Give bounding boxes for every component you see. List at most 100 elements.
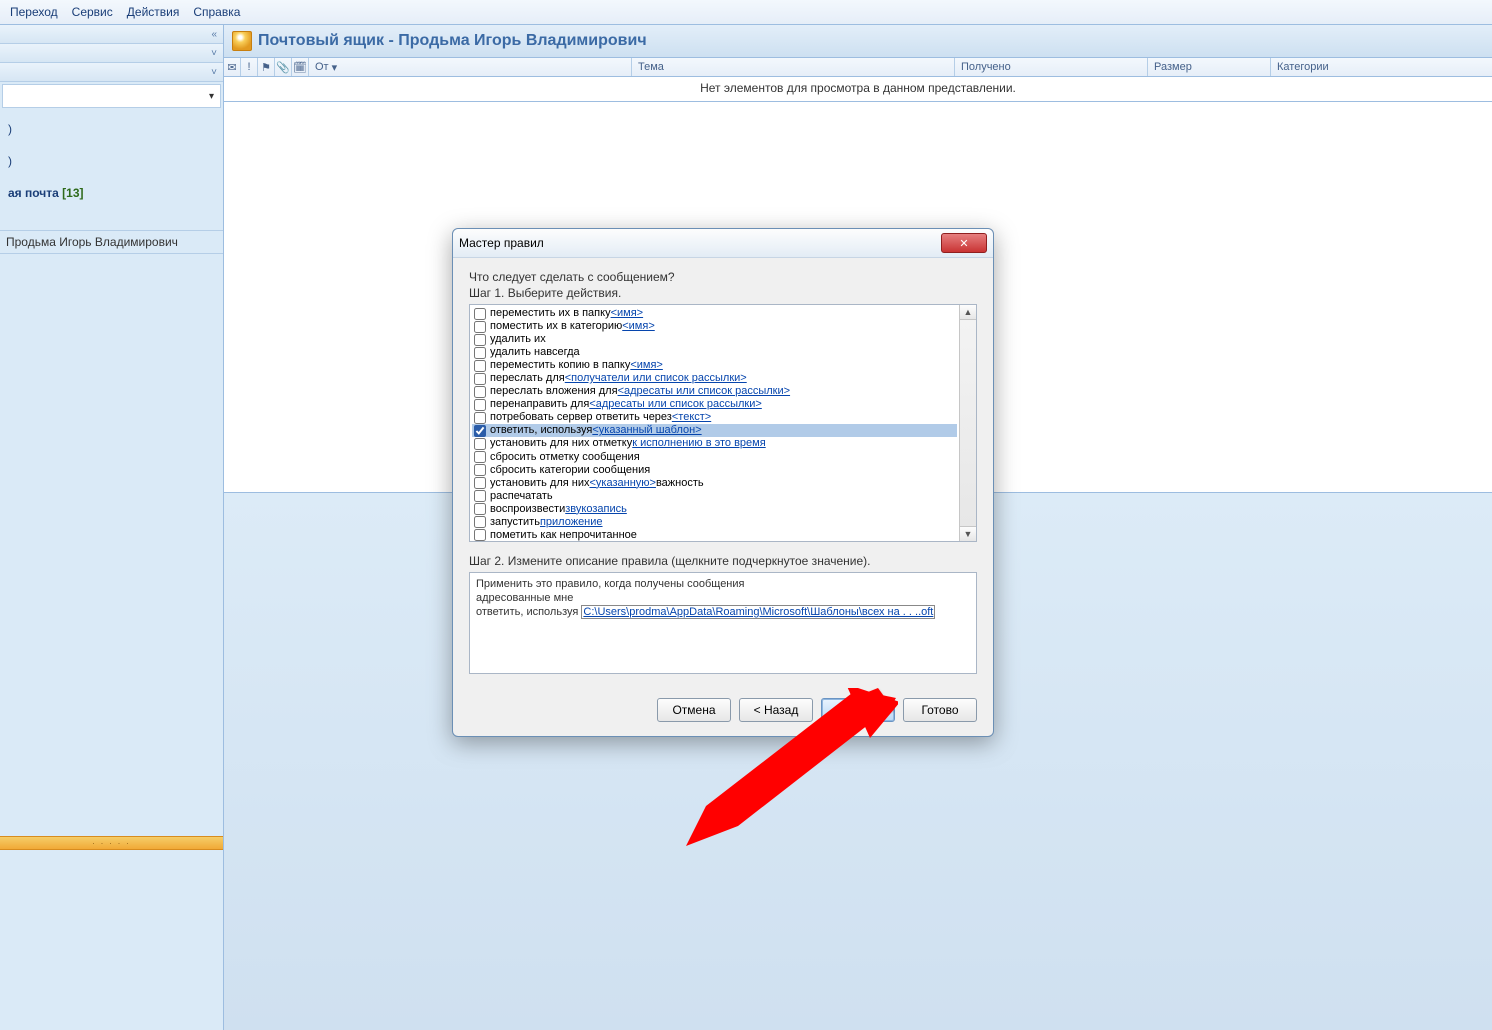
dialog-question: Что следует сделать с сообщением? [469, 270, 977, 284]
action-row[interactable]: ответить, используя <указанный шаблон> [472, 424, 957, 437]
action-link[interactable]: звукозапись [565, 503, 627, 516]
action-link[interactable]: <имя> [622, 320, 655, 333]
col-subject[interactable]: Тема [632, 58, 955, 76]
action-row[interactable]: запустить приложение [472, 516, 957, 529]
menu-actions[interactable]: Действия [127, 5, 180, 19]
action-row[interactable]: удалить навсегда [472, 346, 957, 359]
action-checkbox[interactable] [474, 464, 486, 476]
close-button[interactable]: ✕ [941, 233, 987, 253]
rules-wizard-dialog: Мастер правил ✕ Что следует сделать с со… [452, 228, 994, 737]
action-checkbox[interactable] [474, 308, 486, 320]
action-checkbox[interactable] [474, 477, 486, 489]
action-checkbox[interactable] [474, 399, 486, 411]
action-row[interactable]: сбросить отметку сообщения [472, 451, 957, 464]
empty-message: Нет элементов для просмотра в данном пре… [224, 77, 1492, 102]
nav-chevron-1[interactable]: ˅ [0, 44, 223, 63]
back-button[interactable]: < Назад [739, 698, 813, 722]
template-path-link[interactable]: C:\Users\prodma\AppData\Roaming\Microsof… [581, 605, 935, 619]
scroll-up-icon[interactable]: ▲ [960, 305, 976, 320]
action-checkbox[interactable] [474, 451, 486, 463]
action-label: сбросить категории сообщения [490, 464, 650, 477]
nav-item-inbox[interactable]: ая почта [13] [4, 184, 219, 202]
action-link[interactable]: <указанный шаблон> [592, 424, 701, 437]
action-row[interactable]: потребовать сервер ответить через <текст… [472, 411, 957, 424]
nav-collapse[interactable]: « [0, 25, 223, 44]
action-checkbox[interactable] [474, 334, 486, 346]
nav-item-2[interactable]: ) [4, 152, 219, 170]
action-link[interactable]: приложение [540, 516, 603, 529]
action-label-tail: важность [656, 477, 704, 490]
action-checkbox[interactable] [474, 503, 486, 515]
action-checkbox[interactable] [474, 386, 486, 398]
action-row[interactable]: переслать для <получатели или список рас… [472, 372, 957, 385]
action-link[interactable]: <адресаты или список рассылки> [589, 398, 762, 411]
action-row[interactable]: удалить их [472, 333, 957, 346]
next-button[interactable]: Далее > [821, 698, 895, 722]
action-checkbox[interactable] [474, 373, 486, 385]
menu-help[interactable]: Справка [193, 5, 240, 19]
dialog-titlebar[interactable]: Мастер правил ✕ [453, 229, 993, 258]
finish-button[interactable]: Готово [903, 698, 977, 722]
action-row[interactable]: перенаправить для <адресаты или список р… [472, 398, 957, 411]
action-row[interactable]: пометить как непрочитанное [472, 529, 957, 541]
col-received[interactable]: Получено [955, 58, 1148, 76]
action-link[interactable]: <текст> [672, 411, 711, 424]
action-row[interactable]: установить для них отметку к исполнению … [472, 437, 957, 450]
action-checkbox[interactable] [474, 529, 486, 541]
col-reminder-icon[interactable]: 🗓 [292, 58, 309, 76]
action-row[interactable]: переместить их в папку <имя> [472, 307, 957, 320]
action-checkbox[interactable] [474, 516, 486, 528]
nav-item-3[interactable] [4, 216, 219, 220]
menubar[interactable]: Переход Сервис Действия Справка [0, 0, 1492, 25]
action-label: удалить их [490, 333, 546, 346]
action-label: распечатать [490, 490, 553, 503]
nav-dropdown[interactable]: ▾ [2, 84, 221, 108]
action-label: установить для них [490, 477, 589, 490]
actions-scrollbar[interactable]: ▲ ▼ [959, 305, 976, 541]
nav-mailbox[interactable]: Продьма Игорь Владимирович [0, 230, 223, 254]
cancel-button[interactable]: Отмена [657, 698, 731, 722]
action-checkbox[interactable] [474, 425, 486, 437]
action-row[interactable]: переслать вложения для <адресаты или спи… [472, 385, 957, 398]
col-from[interactable]: От ▾ [309, 58, 632, 76]
message-columns-header[interactable]: ✉ ! ⚑ 📎 🗓 От ▾ Тема Получено Размер Кате… [224, 58, 1492, 77]
action-link[interactable]: <имя> [611, 307, 644, 320]
actions-list[interactable]: переместить их в папку <имя>поместить их… [470, 305, 959, 541]
col-size[interactable]: Размер [1148, 58, 1271, 76]
action-checkbox[interactable] [474, 438, 486, 450]
action-checkbox[interactable] [474, 360, 486, 372]
action-checkbox[interactable] [474, 321, 486, 333]
action-row[interactable]: сбросить категории сообщения [472, 464, 957, 477]
action-link[interactable]: <имя> [630, 359, 663, 372]
col-attachment-icon[interactable]: 📎 [275, 58, 292, 76]
nav-chevron-2[interactable]: ˅ [0, 63, 223, 82]
action-link[interactable]: <адресаты или список рассылки> [618, 385, 791, 398]
action-link[interactable]: <получатели или список рассылки> [565, 372, 747, 385]
col-importance-icon[interactable]: ! [241, 58, 258, 76]
action-row[interactable]: воспроизвести звукозапись [472, 503, 957, 516]
nav-resizer[interactable]: . . . . . [0, 836, 223, 850]
desc-line-2: адресованные мне [476, 591, 970, 605]
action-label: переместить копию в папку [490, 359, 630, 372]
action-row[interactable]: переместить копию в папку <имя> [472, 359, 957, 372]
col-envelope-icon[interactable]: ✉ [224, 58, 241, 76]
action-row[interactable]: распечатать [472, 490, 957, 503]
action-checkbox[interactable] [474, 490, 486, 502]
action-link[interactable]: к исполнению в это время [632, 437, 765, 450]
menu-goto[interactable]: Переход [10, 5, 58, 19]
action-row[interactable]: поместить их в категорию <имя> [472, 320, 957, 333]
col-flag-icon[interactable]: ⚑ [258, 58, 275, 76]
step1-label: Шаг 1. Выберите действия. [469, 286, 977, 300]
action-label: запустить [490, 516, 540, 529]
col-categories[interactable]: Категории [1271, 58, 1492, 76]
scroll-down-icon[interactable]: ▼ [960, 526, 976, 541]
action-checkbox[interactable] [474, 412, 486, 424]
action-link[interactable]: <указанную> [589, 477, 655, 490]
action-row[interactable]: установить для них <указанную> важность [472, 477, 957, 490]
menu-service[interactable]: Сервис [72, 5, 113, 19]
folder-icon [232, 31, 252, 51]
action-label: ответить, используя [490, 424, 592, 437]
rule-description-box[interactable]: Применить это правило, когда получены со… [469, 572, 977, 674]
nav-item-1[interactable]: ) [4, 120, 219, 138]
action-checkbox[interactable] [474, 347, 486, 359]
